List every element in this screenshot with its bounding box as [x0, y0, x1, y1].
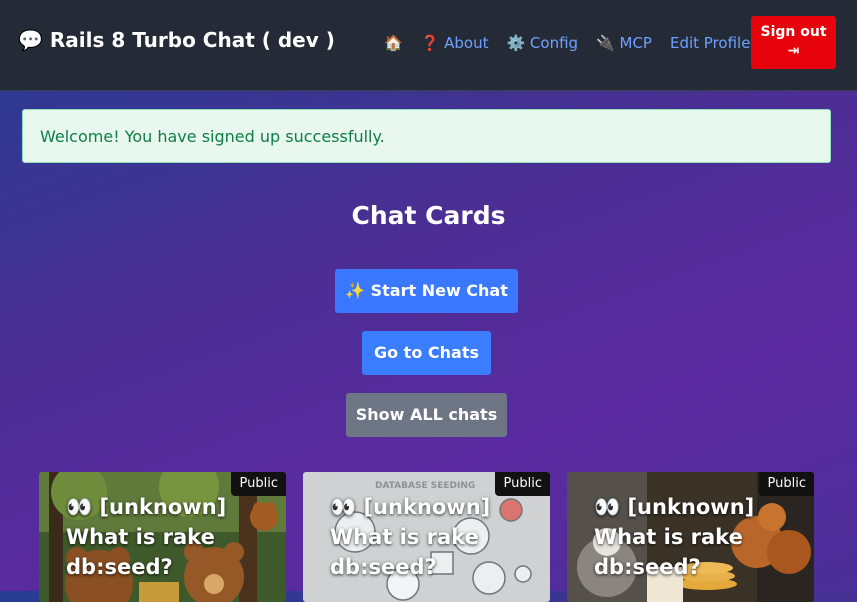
start-new-chat-button[interactable]: ✨ Start New Chat	[335, 269, 518, 313]
nav-links: 🏠 ❓ About ⚙️ Config 🔌 MCP Edit Profile	[384, 34, 750, 52]
card-title: 👀 [unknown] What is rake db:seed?	[594, 495, 755, 579]
about-link[interactable]: ❓ About	[421, 34, 489, 52]
chat-card[interactable]: Public 👀 [unknown] What is rake db:seed?	[39, 472, 286, 602]
config-link[interactable]: ⚙️ Config	[506, 34, 578, 52]
card-title: 👀 [unknown] What is rake db:seed?	[66, 495, 227, 579]
show-all-chats-button[interactable]: Show ALL chats	[346, 393, 507, 437]
navbar: 💬 Rails 8 Turbo Chat ( dev ) 🏠 ❓ About ⚙…	[0, 0, 857, 91]
flash-message: Welcome! You have signed up successfully…	[22, 109, 831, 163]
chat-card[interactable]: DATABASE SEEDING Public 👀 [unknown] What…	[303, 472, 550, 602]
go-to-chats-button[interactable]: Go to Chats	[362, 331, 491, 375]
image-caption: DATABASE SEEDING	[375, 481, 475, 491]
mcp-link[interactable]: 🔌 MCP	[596, 34, 652, 52]
edit-profile-link[interactable]: Edit Profile	[670, 34, 750, 52]
sign-out-label: Sign out	[760, 24, 827, 40]
app-brand[interactable]: 💬 Rails 8 Turbo Chat ( dev )	[18, 28, 335, 52]
sign-out-button[interactable]: Sign out ⇥	[751, 16, 836, 69]
card-title: 👀 [unknown] What is rake db:seed?	[330, 495, 491, 579]
sign-out-icon: ⇥	[787, 43, 800, 59]
home-link[interactable]: 🏠	[384, 34, 403, 52]
chat-card[interactable]: Public 👀 [unknown] What is rake db:seed?	[567, 472, 814, 602]
page-title: Chat Cards	[351, 201, 506, 230]
